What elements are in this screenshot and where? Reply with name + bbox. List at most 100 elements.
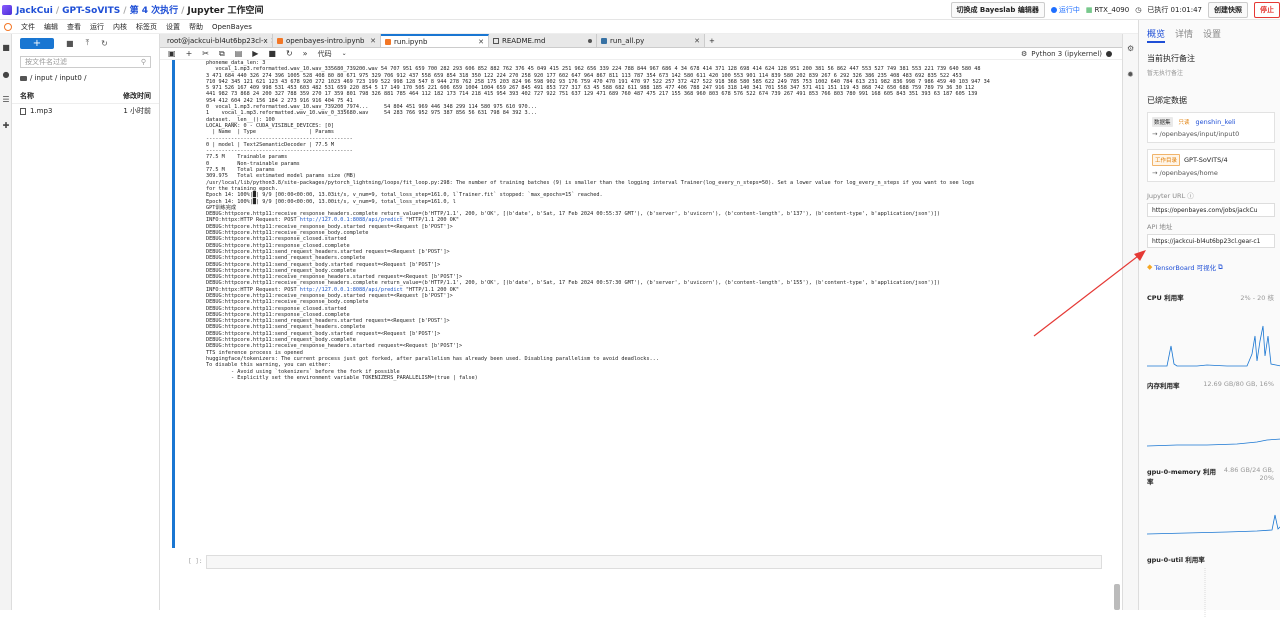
cell-prompt: [ ]: xyxy=(188,558,203,565)
create-snapshot-button[interactable]: 创建快照 xyxy=(1208,2,1248,18)
file-row[interactable]: 1.mp3 1 小时前 xyxy=(12,104,159,118)
refresh-icon[interactable]: ↻ xyxy=(101,39,108,48)
external-link-icon: ⧉ xyxy=(1218,262,1223,271)
property-inspector-icon[interactable]: ⚙ xyxy=(1127,44,1134,53)
output-line: vocal_1.mp3.reformatted.wav_10.wav_33568… xyxy=(206,66,981,73)
extension-icon[interactable]: ✚ xyxy=(2,122,10,130)
workdir-card[interactable]: 工作目录 GPT-SoVITS/4 → /openbayes/home xyxy=(1147,149,1275,182)
jupyter-url-field[interactable]: https://openbayes.com/jobs/jackCu xyxy=(1147,203,1275,217)
breadcrumb-user[interactable]: JackCui xyxy=(16,6,53,16)
dataset-name[interactable]: genshin_keli xyxy=(1196,118,1236,126)
tensorboard-link[interactable]: ◆ TensorBoard 可视化 ⧉ xyxy=(1147,262,1280,273)
tab-bar: root@jackcui-bl4ut6bp23cl-x✕ openbayes-i… xyxy=(160,34,1122,48)
tab-label: run_all.py xyxy=(610,36,645,45)
settings-gear-icon[interactable]: ⚙ xyxy=(1021,50,1027,58)
menu-run[interactable]: 运行 xyxy=(90,22,104,32)
cpu-sparkline xyxy=(1147,325,1280,367)
api-url-field[interactable]: https://jackcui-bl4ut6bp23cl.gear-c1 xyxy=(1147,234,1275,248)
tab-overview[interactable]: 概览 xyxy=(1147,27,1166,43)
output-line: 441 982 73 868 24 200 327 788 359 270 17… xyxy=(206,91,978,98)
close-icon[interactable]: ✕ xyxy=(370,37,376,45)
table-of-contents-icon[interactable]: ☰ xyxy=(2,96,10,104)
file-browser: + ■ ⤒ ↻ 按文件名过滤 ⚲ / input / input0 / 名称 修… xyxy=(12,34,160,610)
running-kernels-icon[interactable]: ● xyxy=(2,71,10,79)
dataset-tag: 数据集 xyxy=(1152,117,1173,127)
workdir-tag: 工作目录 xyxy=(1152,154,1181,166)
empty-code-cell[interactable] xyxy=(206,555,1102,569)
kernel-indicator[interactable]: ⚙ Python 3 (ipykernel) xyxy=(1021,50,1112,58)
tensorboard-icon: ◆ xyxy=(1147,263,1153,271)
memory-metric: 内存利用率 12.69 GB/80 GB, 16% xyxy=(1147,380,1280,454)
current-path[interactable]: / input / input0 / xyxy=(20,74,151,82)
stop-button[interactable]: 停止 xyxy=(1254,2,1280,18)
menu-bar: 文件 编辑 查看 运行 内核 标签页 设置 帮助 OpenBayes xyxy=(0,20,1140,34)
menu-view[interactable]: 查看 xyxy=(67,22,81,32)
run-icon[interactable]: ▶ xyxy=(252,49,258,58)
menu-edit[interactable]: 编辑 xyxy=(44,22,58,32)
menu-help[interactable]: 帮助 xyxy=(189,22,203,32)
vertical-scrollbar[interactable] xyxy=(1114,584,1120,610)
file-icon xyxy=(20,107,26,115)
api-url-label: API 地址 xyxy=(1147,223,1173,231)
gpu-memory-value: 4.86 GB/24 GB, 20% xyxy=(1223,466,1274,482)
notebook-toolbar: ▣ + ✂ ⧉ ▤ ▶ ■ ↻ » 代码 ⌄ ⚙ Python 3 (ipyker… xyxy=(160,48,1122,60)
switch-bayeslab-button[interactable]: 切换成 Bayeslab 编辑器 xyxy=(950,2,1045,18)
tensorboard-text: TensorBoard 可视化 xyxy=(1154,264,1217,272)
folder-icon[interactable]: ■ xyxy=(2,44,10,52)
file-name: 1.mp3 xyxy=(30,107,53,115)
add-cell-icon[interactable]: + xyxy=(186,49,193,58)
kernel-name: Python 3 (ipykernel) xyxy=(1031,49,1102,58)
column-name[interactable]: 名称 xyxy=(20,91,34,101)
tab-settings[interactable]: 设置 xyxy=(1203,27,1221,43)
active-cell-bar[interactable] xyxy=(172,60,175,548)
bound-data-title: 已绑定数据 xyxy=(1147,96,1187,105)
tab-openbayes-intro[interactable]: openbayes-intro.ipynb ✕ xyxy=(273,34,381,47)
menu-openbayes[interactable]: OpenBayes xyxy=(212,23,252,31)
fast-forward-icon[interactable]: » xyxy=(303,49,308,58)
gpu-memory-metric: gpu-0-memory 利用率 4.86 GB/24 GB, 20% xyxy=(1147,466,1280,542)
top-bar: JackCui / GPT-SoVITS / 第 4 次执行 / Jupyter 工作空间 … xyxy=(0,0,1280,20)
tab-readme[interactable]: README.md xyxy=(489,34,597,47)
cpu-metric: CPU 利用率 2% - 20 核 xyxy=(1147,292,1280,368)
debugger-icon[interactable]: ✹ xyxy=(1127,70,1134,79)
tab-run-ipynb[interactable]: run.ipynb ✕ xyxy=(381,34,489,47)
file-filter-input[interactable]: 按文件名过滤 ⚲ xyxy=(20,56,151,68)
close-icon[interactable]: ✕ xyxy=(478,38,484,46)
upload-icon[interactable]: ⤒ xyxy=(86,38,90,48)
breadcrumb-project[interactable]: GPT-SoVITS xyxy=(62,6,120,16)
gpu-indicator: ▦ RTX_4090 xyxy=(1086,6,1129,14)
menu-tabs[interactable]: 标签页 xyxy=(136,22,157,32)
memory-value: 12.69 GB/80 GB, 16% xyxy=(1203,380,1274,388)
memory-sparkline xyxy=(1147,438,1280,447)
paste-icon[interactable]: ▤ xyxy=(235,49,243,58)
left-sidebar-rail: ■ ● ☰ ✚ xyxy=(0,34,12,610)
breadcrumb-execution[interactable]: 第 4 次执行 xyxy=(130,6,179,16)
notes-title: 当前执行备注 xyxy=(1147,54,1195,63)
jupyter-logo-icon xyxy=(4,22,12,31)
close-icon[interactable]: ✕ xyxy=(694,37,700,45)
chevron-down-icon[interactable]: ⌄ xyxy=(342,50,347,57)
column-modified[interactable]: 修改时间 xyxy=(123,91,151,101)
cell-type-select[interactable]: 代码 xyxy=(318,49,332,59)
menu-settings[interactable]: 设置 xyxy=(166,22,180,32)
copy-icon[interactable]: ⧉ xyxy=(219,49,225,59)
cut-icon[interactable]: ✂ xyxy=(202,49,209,58)
tab-details[interactable]: 详情 xyxy=(1175,27,1193,43)
new-launcher-button[interactable]: + xyxy=(20,37,54,49)
right-info-panel: 概览 详情 设置 当前执行备注 暂无执行备注 已绑定数据 数据集 只读 genshi… xyxy=(1138,20,1280,618)
dataset-card[interactable]: 数据集 只读 genshin_keli → /openbayes/input/inp… xyxy=(1147,112,1275,143)
running-dot-icon xyxy=(1050,7,1057,13)
path-text: / input / input0 / xyxy=(30,74,87,82)
restart-icon[interactable]: ↻ xyxy=(286,49,293,58)
new-folder-icon[interactable]: ■ xyxy=(66,39,74,48)
tab-run-all-py[interactable]: run_all.py ✕ xyxy=(597,34,705,47)
menu-kernel[interactable]: 内核 xyxy=(113,22,127,32)
unsaved-dot-icon[interactable] xyxy=(588,38,592,43)
workdir-name: GPT-SoVITS/4 xyxy=(1184,156,1228,164)
menu-file[interactable]: 文件 xyxy=(21,22,35,32)
file-modified: 1 小时前 xyxy=(123,107,151,115)
interrupt-icon[interactable]: ■ xyxy=(268,49,276,58)
tab-terminal[interactable]: root@jackcui-bl4ut6bp23cl-x✕ xyxy=(160,34,273,47)
new-tab-button[interactable]: + xyxy=(705,34,717,47)
save-icon[interactable]: ▣ xyxy=(168,49,176,58)
